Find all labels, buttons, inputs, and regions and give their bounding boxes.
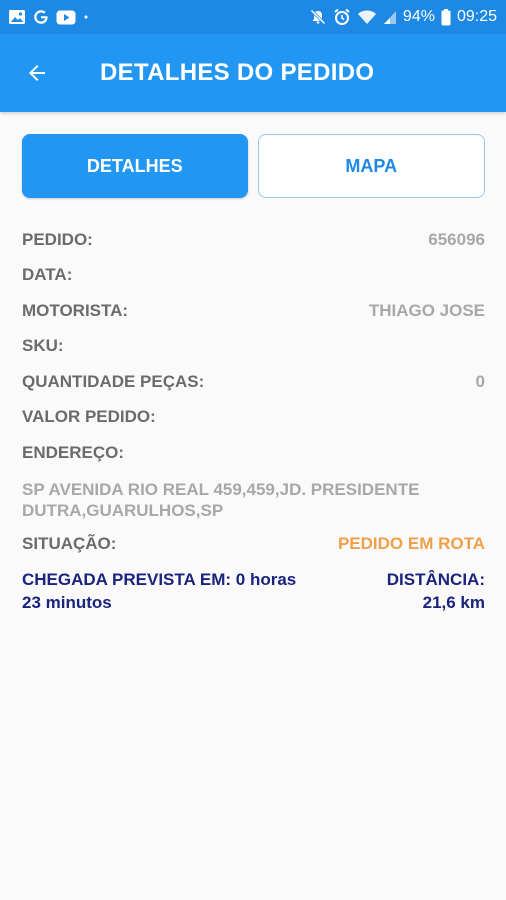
mute-icon	[310, 9, 326, 25]
arrival-estimate: CHEGADA PREVISTA EM: 0 horas 23 minutos	[22, 568, 296, 614]
status-bar-notifications	[8, 9, 89, 25]
detail-row-quantidade: QUANTIDADE PEÇAS: 0	[22, 364, 485, 400]
dot-icon	[84, 15, 88, 19]
data-label: DATA:	[22, 265, 73, 285]
situacao-label: SITUAÇÃO:	[22, 534, 117, 554]
gallery-icon	[9, 10, 25, 24]
status-badge: PEDIDO EM ROTA	[337, 534, 485, 554]
clock: 09:25	[456, 8, 497, 25]
eta-section: CHEGADA PREVISTA EM: 0 horas 23 minutos …	[22, 568, 485, 614]
back-button[interactable]	[0, 34, 76, 112]
detail-row-situacao: SITUAÇÃO: PEDIDO EM ROTA	[22, 527, 485, 563]
arrival-line-1: CHEGADA PREVISTA EM: 0 horas	[22, 570, 297, 589]
detail-row-motorista: MOTORISTA: THIAGO JOSE	[22, 293, 485, 329]
page-title: DETALHES DO PEDIDO	[100, 59, 375, 86]
signal-icon	[383, 10, 396, 24]
alarm-icon	[334, 8, 350, 25]
motorista-value: THIAGO JOSE	[368, 300, 485, 320]
quantidade-label: QUANTIDADE PEÇAS:	[22, 371, 205, 391]
tab-mapa[interactable]: MAPA	[257, 134, 485, 198]
pedido-label: PEDIDO:	[22, 229, 93, 249]
endereco-value: SP AVENIDA RIO REAL 459,459,JD. PRESIDEN…	[22, 479, 420, 520]
detail-row-valor: VALOR PEDIDO:	[22, 400, 485, 436]
tab-bar: DETALHES MAPA	[0, 112, 506, 198]
youtube-icon	[56, 10, 76, 24]
battery-percent: 94%	[402, 8, 435, 25]
endereco-label: ENDEREÇO:	[22, 442, 125, 462]
tab-detalhes[interactable]: DETALHES	[22, 134, 248, 198]
detail-row-endereco: ENDEREÇO:	[22, 435, 485, 471]
pedido-value: 656096	[428, 229, 485, 249]
app-bar: DETALHES DO PEDIDO	[0, 34, 506, 112]
distance-label: DISTÂNCIA:	[386, 570, 485, 589]
arrow-back-icon	[29, 65, 45, 81]
detail-row-data: DATA:	[22, 258, 485, 294]
quantidade-value: 0	[475, 371, 485, 391]
arrival-line-2: 23 minutos	[22, 593, 112, 612]
google-icon	[34, 10, 48, 24]
status-bar: 94% 09:25	[0, 0, 506, 34]
distance-value: 21,6 km	[422, 593, 485, 612]
detail-row-sku: SKU:	[22, 329, 485, 365]
valor-label: VALOR PEDIDO:	[22, 407, 156, 427]
sku-label: SKU:	[22, 336, 64, 356]
wifi-icon	[357, 10, 376, 24]
distance: DISTÂNCIA: 21,6 km	[387, 568, 485, 614]
battery-icon	[441, 8, 451, 25]
order-details: PEDIDO: 656096 DATA: MOTORISTA: THIAGO J…	[0, 198, 506, 614]
motorista-label: MOTORISTA:	[22, 300, 129, 320]
status-bar-system: 94% 09:25	[309, 8, 497, 26]
detail-row-pedido: PEDIDO: 656096	[22, 222, 485, 258]
